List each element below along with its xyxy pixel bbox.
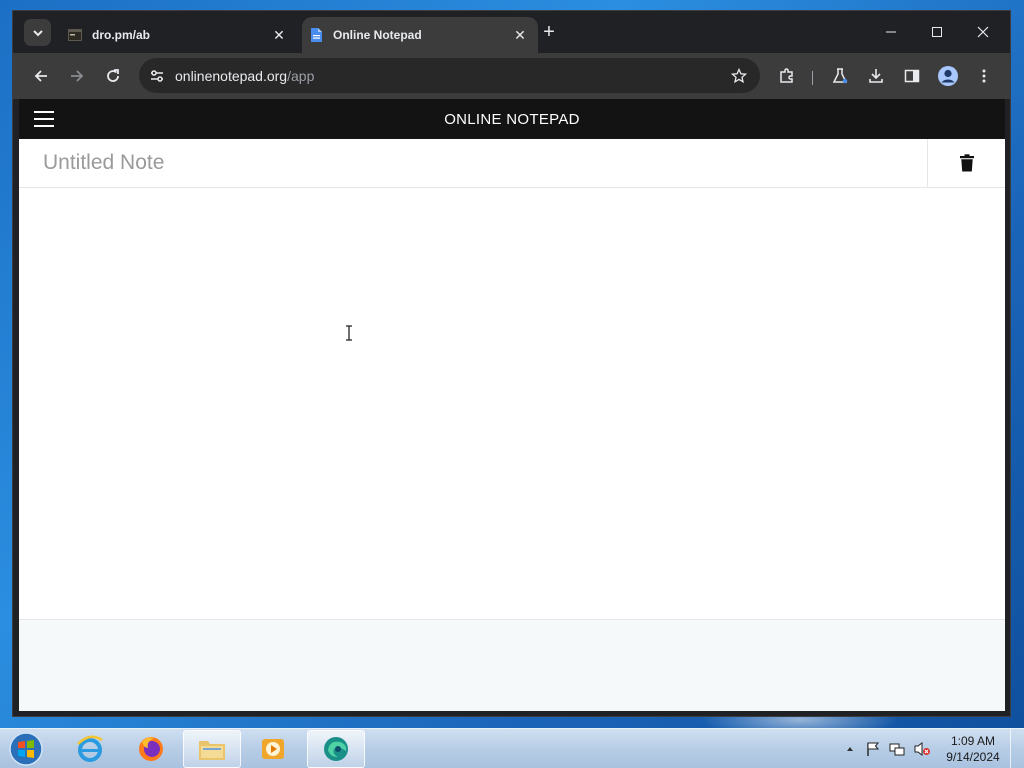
minimize-icon — [886, 31, 896, 33]
bookmark-star-icon[interactable] — [728, 65, 750, 87]
tab-title: Online Notepad — [333, 28, 422, 42]
labs-button[interactable] — [826, 62, 854, 90]
internet-explorer-icon — [77, 735, 103, 762]
taskbar-firefox[interactable] — [122, 730, 180, 768]
text-cursor-icon — [346, 325, 352, 341]
site-info-icon[interactable] — [147, 66, 167, 86]
more-vertical-icon — [982, 69, 986, 83]
taskbar-file-explorer[interactable] — [183, 730, 241, 768]
system-clock[interactable]: 1:09 AM 9/14/2024 — [942, 733, 1004, 765]
arrow-right-icon — [71, 70, 84, 82]
network-icon[interactable] — [889, 741, 905, 757]
tab-search-button[interactable] — [24, 19, 51, 46]
close-window-button[interactable] — [960, 19, 1006, 45]
flag-icon[interactable] — [865, 741, 881, 757]
show-hidden-icons-icon[interactable] — [845, 744, 855, 754]
toolbar-separator — [812, 71, 813, 85]
puzzle-icon — [780, 68, 793, 83]
taskbar-media-player[interactable] — [244, 730, 302, 768]
clock-time: 1:09 AM — [950, 734, 996, 748]
menu-button[interactable] — [970, 62, 998, 90]
taskbar-chrome-app[interactable] — [307, 730, 365, 768]
chevron-down-icon — [32, 29, 43, 36]
hamburger-menu-icon[interactable] — [34, 111, 54, 127]
maximize-button[interactable] — [914, 19, 960, 45]
show-desktop-button[interactable] — [1010, 729, 1024, 768]
flask-icon — [832, 68, 848, 84]
profile-button[interactable] — [934, 62, 962, 90]
tab-title: dro.pm/ab — [92, 28, 151, 42]
download-icon — [869, 69, 883, 83]
firefox-icon — [139, 737, 163, 761]
side-panel-button[interactable] — [898, 62, 926, 90]
url-domain: onlinenotepad.org — [175, 67, 288, 84]
extensions-button[interactable] — [773, 62, 801, 90]
system-tray — [845, 729, 931, 768]
windows-taskbar: 1:09 AM 9/14/2024 — [0, 728, 1024, 768]
forward-button[interactable] — [63, 62, 91, 90]
delete-note-button[interactable] — [927, 139, 1005, 187]
media-player-icon — [262, 739, 284, 759]
terminal-favicon-icon — [67, 27, 83, 43]
web-page: ONLINE NOTEPAD — [19, 99, 1005, 711]
url-text: onlinenotepad.org/app — [175, 68, 728, 84]
reload-icon — [107, 69, 119, 82]
tab-online-notepad[interactable]: Online Notepad ✕ — [302, 17, 538, 53]
note-body-textarea[interactable] — [19, 188, 1005, 619]
arrow-left-icon — [34, 70, 47, 82]
browser-window: dro.pm/ab ✕ Online Notepad ✕ + onlinenot… — [12, 10, 1011, 717]
tab-strip: dro.pm/ab ✕ Online Notepad ✕ + — [13, 11, 1010, 53]
tab-dro-pm[interactable]: dro.pm/ab ✕ — [61, 17, 297, 53]
downloads-button[interactable] — [862, 62, 890, 90]
edge-browser-icon — [324, 737, 348, 761]
back-button[interactable] — [27, 62, 55, 90]
footer-panel — [19, 619, 1005, 711]
avatar-icon — [938, 66, 958, 86]
close-tab-icon[interactable]: ✕ — [269, 25, 289, 45]
note-title-input[interactable] — [19, 139, 927, 187]
document-favicon-icon — [308, 27, 324, 43]
app-title: ONLINE NOTEPAD — [444, 110, 580, 128]
side-panel-icon — [904, 69, 920, 83]
new-tab-button[interactable]: + — [538, 21, 560, 43]
reload-button[interactable] — [99, 62, 127, 90]
maximize-icon — [932, 27, 942, 37]
trash-icon — [959, 154, 974, 172]
close-tab-icon[interactable]: ✕ — [510, 25, 530, 45]
start-button[interactable] — [6, 730, 46, 768]
minimize-button[interactable] — [868, 19, 914, 45]
taskbar-internet-explorer[interactable] — [61, 730, 119, 768]
url-path: /app — [287, 67, 315, 84]
folder-icon — [199, 741, 225, 760]
volume-muted-icon[interactable] — [913, 741, 931, 757]
browser-toolbar: onlinenotepad.org/app — [13, 53, 1010, 99]
app-header: ONLINE NOTEPAD — [19, 99, 1005, 139]
note-title-row — [19, 139, 1005, 188]
clock-date: 9/14/2024 — [946, 750, 1000, 764]
address-bar[interactable]: onlinenotepad.org/app — [139, 58, 760, 93]
close-icon — [977, 26, 989, 38]
windows-logo-icon — [9, 732, 43, 766]
